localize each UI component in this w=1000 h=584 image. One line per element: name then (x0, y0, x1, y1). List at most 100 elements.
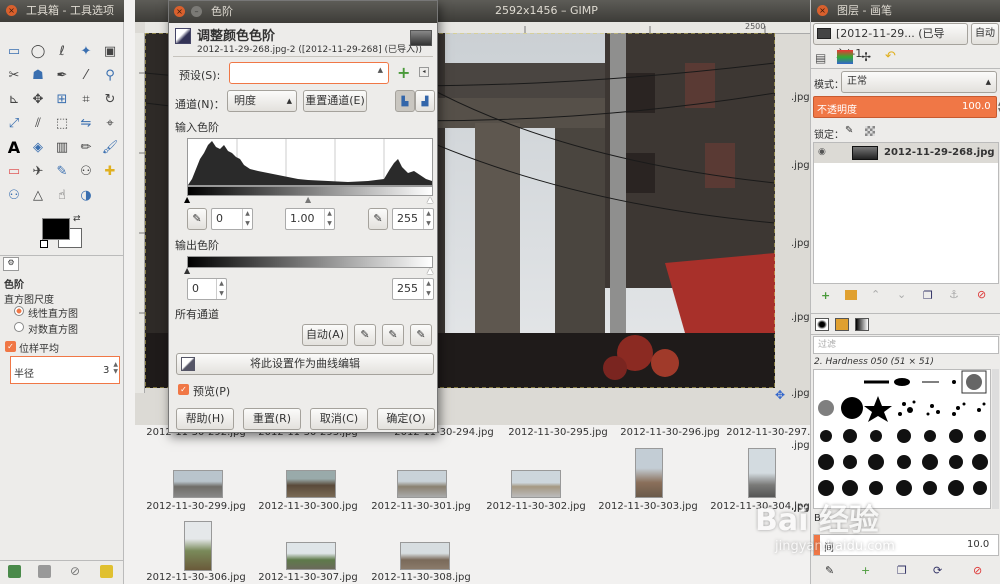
input-low-field[interactable]: 0 ▲ ▼ (211, 208, 253, 230)
file-item[interactable]: 2012-11-30-301.jpg (365, 501, 477, 512)
file-thumbnail[interactable] (286, 470, 336, 498)
brushes-tab-icon[interactable] (815, 318, 829, 331)
radius-stepper-icon[interactable]: ▲ ▼ (113, 361, 118, 375)
file-thumbnail[interactable] (511, 470, 561, 498)
smudge-icon[interactable]: ☝ (52, 186, 72, 206)
input-gamma-field[interactable]: 1.00 ▲ ▼ (285, 208, 335, 230)
color-select-icon[interactable]: ▣ (100, 42, 120, 62)
visibility-eye-icon[interactable]: ◉ (818, 147, 826, 157)
file-item[interactable]: 2012-11-30-299.jpg (140, 501, 252, 512)
pick-black-button[interactable]: ✎ (354, 324, 376, 346)
color-picker-icon[interactable]: ⁄ (76, 66, 96, 86)
patterns-tab-icon[interactable] (835, 318, 849, 331)
default-colors-icon[interactable] (40, 240, 48, 248)
lower-layer-icon[interactable]: ⌄ (897, 288, 906, 301)
output-gradient-bar[interactable] (187, 256, 433, 268)
reset-button[interactable]: 重置(R) (243, 408, 301, 430)
log-histogram-radio[interactable] (14, 322, 24, 332)
delete-layer-icon[interactable]: ⊘ (977, 288, 986, 301)
rotate-icon[interactable]: ↻ (100, 90, 120, 110)
dodge-burn-icon[interactable]: ◑ (76, 186, 96, 206)
tool-options-tab[interactable]: ⚙ (3, 257, 19, 271)
file-item[interactable]: 2012-11-30-296.jpg (614, 427, 726, 438)
file-thumbnail[interactable] (400, 542, 450, 570)
paintbrush-icon[interactable]: 🖌 (100, 138, 120, 158)
minimize-icon[interactable]: – (191, 6, 202, 17)
auto-button[interactable]: 自动 (971, 23, 999, 45)
scale-icon[interactable]: ⤢ (4, 114, 24, 134)
heal-icon[interactable]: ✚ (100, 162, 120, 182)
paths-tab-icon[interactable]: ✢ (861, 50, 871, 64)
input-low-handle[interactable]: ▲ (184, 195, 190, 204)
restore-options-icon[interactable] (38, 565, 51, 578)
file-item[interactable]: 2012-11-30-306.jpg (140, 572, 252, 583)
zoom-icon[interactable]: ⚲ (100, 66, 120, 86)
edit-as-curves-button[interactable]: 将此设置作为曲线编辑 (176, 353, 434, 375)
file-item[interactable]: 2012-11-30-302.jpg (480, 501, 592, 512)
paths-icon[interactable]: ✒ (52, 66, 72, 86)
blend-icon[interactable]: ▥ (52, 138, 72, 158)
preset-combo[interactable]: ▲ (229, 62, 389, 84)
image-selector[interactable]: [2012-11-29... (已导入)-1 (813, 23, 968, 60)
input-gamma-handle[interactable]: ▲ (305, 195, 311, 204)
text-icon[interactable]: A (4, 138, 24, 158)
file-thumbnail[interactable] (286, 542, 336, 570)
mode-select[interactable]: 正常 ▲ (841, 71, 997, 93)
add-preset-icon[interactable]: + (397, 63, 410, 82)
stepper-icon[interactable]: ▲ ▼ (423, 209, 433, 229)
close-icon[interactable]: × (6, 5, 17, 16)
output-low-handle[interactable]: ▲ (184, 266, 190, 275)
lock-alpha-icon[interactable] (865, 126, 875, 136)
file-item[interactable]: 2012-11-30-308.jpg (365, 572, 477, 583)
close-icon[interactable]: × (174, 6, 185, 17)
navigate-icon[interactable]: ✥ (775, 388, 785, 402)
brush-scrollbar[interactable] (992, 369, 999, 509)
scissors-icon[interactable]: ✂ (4, 66, 24, 86)
save-options-icon[interactable] (8, 565, 21, 578)
ink-icon[interactable]: ✎ (52, 162, 72, 182)
pencil-icon[interactable]: ✏ (76, 138, 96, 158)
output-low-field[interactable]: 0 ▲ ▼ (187, 278, 227, 300)
bucket-fill-icon[interactable]: ◈ (28, 138, 48, 158)
file-thumbnail[interactable] (173, 470, 223, 498)
file-thumbnail[interactable] (184, 521, 212, 571)
input-high-field[interactable]: 255 ▲ ▼ (392, 208, 434, 230)
lock-pixels-icon[interactable]: ✎ (845, 125, 853, 136)
preset-menu-icon[interactable]: ◂ (419, 67, 429, 77)
file-item[interactable]: 2012-11-30-307.jpg (252, 572, 364, 583)
ok-button[interactable]: 确定(O) (377, 408, 435, 430)
new-group-icon[interactable] (845, 290, 857, 300)
ellipse-select-icon[interactable]: ◯ (28, 42, 48, 62)
channels-tab-icon[interactable] (837, 50, 853, 64)
stepper-icon[interactable]: ▲ ▼ (216, 279, 226, 299)
reset-channel-button[interactable]: 重置通道(E) (303, 90, 367, 112)
file-thumbnail[interactable] (397, 470, 447, 498)
blur-icon[interactable]: △ (28, 186, 48, 206)
file-item[interactable]: 2012-11-30-303.jpg (592, 501, 704, 512)
preview-checkbox[interactable]: ✓ (178, 384, 189, 395)
swap-colors-icon[interactable]: ⇄ (73, 214, 81, 224)
perspective-icon[interactable]: ⬚ (52, 114, 72, 134)
undo-tab-icon[interactable]: ↶ (885, 49, 896, 64)
sample-average-checkbox[interactable]: ✓ (5, 341, 16, 352)
linear-histogram-radio[interactable] (14, 306, 24, 316)
eraser-icon[interactable]: ▭ (4, 162, 24, 182)
stepper-icon[interactable]: ▲ ▼ (324, 209, 334, 229)
opacity-slider[interactable]: 不透明度 100.0 (813, 96, 997, 118)
shear-icon[interactable]: ⫽ (28, 114, 48, 134)
stepper-icon[interactable]: ▲ ▼ (242, 209, 252, 229)
linear-scale-toggle[interactable]: ▙ (395, 90, 415, 112)
radius-field[interactable]: 半径 3 ▲ ▼ (10, 356, 120, 384)
output-high-handle[interactable]: ▲ (427, 266, 433, 275)
black-point-picker[interactable]: ✎ (187, 208, 207, 230)
clone-icon[interactable]: ⚇ (76, 162, 96, 182)
cancel-button[interactable]: 取消(C) (310, 408, 368, 430)
file-item[interactable]: 2012-11-30-295.jpg (502, 427, 614, 438)
airbrush-icon[interactable]: ✈ (28, 162, 48, 182)
brush-grid[interactable] (813, 369, 991, 509)
pick-gray-button[interactable]: ✎ (382, 324, 404, 346)
anchor-layer-icon[interactable]: ⚓ (949, 288, 959, 301)
file-thumbnail[interactable] (748, 448, 776, 498)
vertical-ruler[interactable] (135, 33, 145, 393)
input-histogram[interactable] (187, 138, 433, 186)
